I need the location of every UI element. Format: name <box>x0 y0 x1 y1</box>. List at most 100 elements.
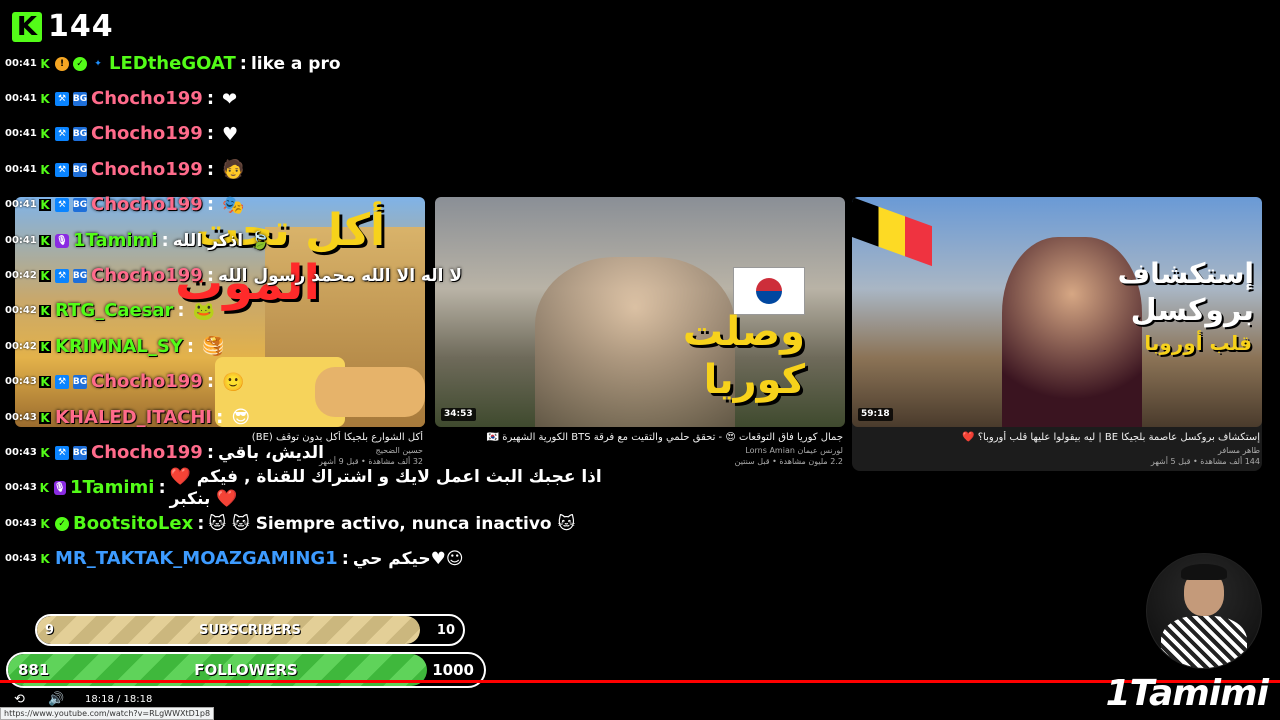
chat-timestamp: 00:43 <box>5 553 37 565</box>
gift-badge-icon: ! <box>55 56 69 71</box>
chat-timestamp: 00:43 <box>5 517 37 529</box>
chat-username[interactable]: Chocho199 <box>91 371 203 393</box>
chat-username[interactable]: Chocho199 <box>91 194 203 216</box>
chat-emote: 😎 <box>231 407 251 429</box>
chat-username[interactable]: MR_TAKTAK_MOAZGAMING1 <box>55 548 338 570</box>
sword-badge-icon: ⚒ <box>55 375 69 390</box>
verified-badge-icon: ✓ <box>55 516 69 531</box>
chat-message: 00:42 K ⚒ BG Chocho199: لا اله الا الله محمد … <box>0 258 620 293</box>
chat-message: 00:43 K ⚒ BG Chocho199: الديش، باقي <box>0 435 620 470</box>
sub-badge-icon: BG <box>72 269 88 284</box>
chat-separator: : <box>206 158 215 180</box>
chat-separator: : <box>158 477 166 499</box>
chat-timestamp: 00:41 <box>5 234 37 246</box>
kick-badge-icon: K <box>39 162 51 177</box>
chat-timestamp: 00:41 <box>5 128 37 140</box>
kick-badge-icon: K <box>39 304 51 319</box>
chat-username[interactable]: Chocho199 <box>91 123 203 145</box>
chat-text: ❤️ اذا عجبك البث اعمل لايك و اشتراك للقن… <box>169 467 602 510</box>
subscribers-target: 10 <box>436 622 455 638</box>
streamer-avatar <box>1146 553 1262 669</box>
chat-timestamp: 00:43 <box>5 446 37 458</box>
chat-username[interactable]: Chocho199 <box>91 442 203 464</box>
chat-emote: 🙂 <box>222 371 245 393</box>
video-thumbnail[interactable]: إستكشاف بروكسل قلب أوروبا 59:18 <box>852 197 1262 427</box>
chat-separator: : <box>161 229 169 251</box>
sword-badge-icon: ⚒ <box>55 198 69 213</box>
kick-badge-icon: K <box>39 375 51 390</box>
thumbnail-overlay-line1: وصلت <box>682 309 805 355</box>
chat-separator: : <box>239 52 247 74</box>
chat-username[interactable]: Chocho199 <box>91 88 203 110</box>
video-card-3[interactable]: إستكشاف بروكسل قلب أوروبا 59:18 إستكشاف … <box>852 197 1262 471</box>
kick-badge-icon: K <box>39 445 51 460</box>
chat-timestamp: 00:43 <box>5 482 37 494</box>
korea-flag-shape <box>733 267 805 315</box>
subscribers-label: SUBSCRIBERS <box>199 622 301 638</box>
chat-username[interactable]: Chocho199 <box>91 265 203 287</box>
kick-badge-icon: K <box>39 516 51 531</box>
chat-username[interactable]: Chocho199 <box>91 159 203 181</box>
sub-badge-icon: BG <box>72 375 88 390</box>
kick-badge-icon: K <box>39 233 51 248</box>
chat-message: 00:41 K ⚒ BG Chocho199: ❤ <box>0 81 620 116</box>
chat-message: 00:43 K KHALED_ITACHI: 😎 <box>0 400 620 435</box>
sword-badge-icon: ⚒ <box>55 445 69 460</box>
player-time: 18:18 / 18:18 <box>85 694 153 705</box>
sword-badge-icon: ⚒ <box>55 269 69 284</box>
sub-badge-icon: BG <box>72 92 88 107</box>
streamer-brand: 1Tamimi <box>1105 673 1269 714</box>
chat-username[interactable]: BootsitoLex <box>73 513 193 535</box>
sword-badge-icon: ⚒ <box>55 92 69 107</box>
replay-icon[interactable]: ⟲ <box>14 693 25 707</box>
kick-logo-icon: K <box>12 12 42 42</box>
thumbnail-overlay-line3: قلب أوروبا <box>1144 331 1252 355</box>
chat-text: لا اله الا الله محمد رسول الله <box>218 266 463 287</box>
cap-shape <box>1181 564 1227 580</box>
chat-emote: 🐸 <box>192 300 216 322</box>
chat-timestamp: 00:42 <box>5 305 37 317</box>
video-title[interactable]: إستكشاف بروكسل عاصمة بلجيكا BE | ليه بيق… <box>852 431 1262 445</box>
chat-username[interactable]: 1Tamimi <box>70 477 154 499</box>
sub-badge-icon: BG <box>72 445 88 460</box>
chat-username[interactable]: 1Tamimi <box>73 230 157 252</box>
kick-badge-icon: K <box>39 481 50 496</box>
chat-timestamp: 00:41 <box>5 93 37 105</box>
kick-badge-icon: K <box>39 552 51 567</box>
chat-timestamp: 00:42 <box>5 270 37 282</box>
thumbnail-overlay-line2: كوريا <box>703 357 805 403</box>
chat-message: 00:41 K ⚒ BG Chocho199: 🧑 <box>0 152 620 187</box>
chat-timestamp: 00:43 <box>5 376 37 388</box>
chat-username[interactable]: LEDtheGOAT <box>109 53 236 75</box>
chat-separator: : <box>216 406 224 428</box>
chat-timestamp: 00:42 <box>5 340 37 352</box>
chat-timestamp: 00:41 <box>5 163 37 175</box>
chat-timestamp: 00:41 <box>5 199 37 211</box>
thumbnail-overlay-line2: بروكسل <box>1130 293 1254 328</box>
chat-username[interactable]: RTG_Caesar <box>55 300 173 322</box>
kick-badge-icon: K <box>39 339 51 354</box>
volume-icon[interactable]: 🔊 <box>48 693 64 707</box>
chat-separator: : <box>186 335 195 357</box>
chat-separator: : <box>206 441 215 463</box>
chat-emote: 🥞 <box>202 336 225 358</box>
chat-username[interactable]: KRIMNAL_SY <box>55 336 183 358</box>
chat-message: 00:43 K MR_TAKTAK_MOAZGAMING1: حيكم حي♥☺ <box>0 541 620 576</box>
viewer-count: 144 <box>48 9 114 44</box>
chat-separator: : <box>206 265 215 287</box>
chat-text: حيكم حي♥☺ <box>352 549 464 570</box>
chat-text: اذكر الله 🍃 <box>172 230 271 251</box>
sword-badge-icon: ⚒ <box>55 162 69 177</box>
chat-emote: 🎭 <box>222 194 245 216</box>
sub-badge-icon: BG <box>72 198 88 213</box>
chat-username[interactable]: KHALED_ITACHI <box>55 407 212 429</box>
video-channel[interactable]: طاهر مسافر <box>852 445 1262 456</box>
chat-message: 00:43 K 🎙 1Tamimi: ❤️ اذا عجبك البث اعمل لاي… <box>0 467 620 509</box>
video-progress-bar[interactable] <box>0 680 1280 683</box>
chat-text: 🐱 🐱 Siempre activo, nunca inactivo 🐱 <box>208 513 576 534</box>
sparkle-badge-icon: ✦ <box>94 58 102 69</box>
chat-separator: : <box>206 194 215 216</box>
chat-message: 00:41 K 🎙 1Tamimi: اذكر الله 🍃 <box>0 223 620 258</box>
video-meta: 144 ألف مشاهدة • قبل 5 أشهر <box>1150 457 1260 466</box>
kick-badge-icon: K <box>39 269 51 284</box>
